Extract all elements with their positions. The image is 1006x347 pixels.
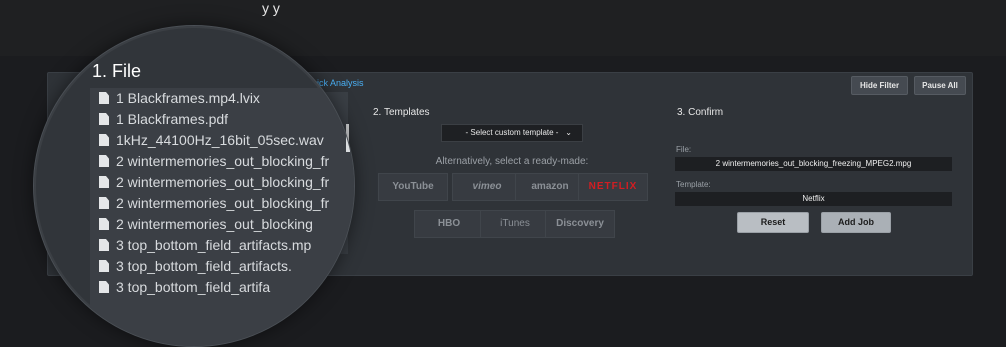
- vimeo-logo: vimeo: [472, 181, 502, 192]
- file-name: 1kHz_44100Hz_16bit_05sec.wav: [116, 132, 324, 148]
- file-list-item[interactable]: 2 wintermemories_out_blocking_fr: [99, 172, 329, 192]
- magnified-scrollbar[interactable]: [346, 126, 350, 152]
- template-vimeo[interactable]: vimeo: [452, 173, 522, 201]
- file-icon: [99, 155, 109, 167]
- template-netflix[interactable]: NETFLIX: [578, 173, 648, 201]
- file-icon: [99, 113, 109, 125]
- netflix-logo: NETFLIX: [588, 181, 638, 192]
- file-list-item[interactable]: 1kHz_44100Hz_16bit_05sec.wav: [99, 130, 324, 150]
- template-discovery[interactable]: Discovery: [545, 210, 615, 238]
- file-name: 3 top_bottom_field_artifacts.mp: [116, 237, 312, 253]
- file-list-item[interactable]: 3 top_bottom_field_artifacts.mp: [99, 235, 311, 255]
- add-job-button[interactable]: Add Job: [821, 212, 891, 233]
- amazon-logo: amazon: [531, 181, 569, 192]
- pause-all-button[interactable]: Pause All: [914, 76, 966, 95]
- file-name: 1 Blackframes.pdf: [116, 111, 229, 127]
- file-icon: [99, 218, 109, 230]
- selected-file-field: 2 wintermemories_out_blocking_freezing_M…: [675, 157, 952, 171]
- file-icon: [99, 197, 109, 209]
- file-icon: [99, 176, 109, 188]
- template-label: Template:: [676, 180, 711, 189]
- file-list-item[interactable]: 2 wintermemories_out_blocking_fr: [99, 193, 329, 213]
- template-itunes[interactable]: iTunes: [480, 210, 550, 238]
- file-name: 2 wintermemories_out_blocking_fr: [116, 153, 330, 169]
- file-icon: [99, 134, 109, 146]
- magnified-file-list[interactable]: 1 Blackframes.mp4.lvix 1 Blackframes.pdf…: [90, 88, 354, 346]
- chevron-down-icon: ⌄: [565, 128, 572, 137]
- magnifier-lens: 1. File 1 Blackframes.mp4.lvix 1 Blackfr…: [33, 25, 355, 347]
- custom-template-select-value: - Select custom template -: [465, 128, 559, 137]
- file-list-item[interactable]: 3 top_bottom_field_artifa: [99, 277, 270, 297]
- file-list-item[interactable]: 3 top_bottom_field_artifacts.: [99, 256, 292, 276]
- selected-template-field: Netflix: [675, 192, 952, 206]
- file-icon: [99, 260, 109, 272]
- template-hbo[interactable]: HBO: [414, 210, 484, 238]
- file-list-item[interactable]: 2 wintermemories_out_blocking: [99, 214, 313, 234]
- file-icon: [99, 281, 109, 293]
- hide-filter-button[interactable]: Hide Filter: [851, 76, 908, 95]
- template-youtube[interactable]: YouTube: [378, 173, 448, 201]
- custom-template-select[interactable]: - Select custom template - ⌄: [441, 124, 583, 142]
- file-name: 2 wintermemories_out_blocking_fr: [116, 195, 330, 211]
- ready-made-hint: Alternatively, select a ready-made:: [435, 156, 589, 167]
- top-text: y y: [262, 0, 280, 16]
- file-name: 2 wintermemories_out_blocking: [116, 216, 313, 232]
- file-name: 3 top_bottom_field_artifacts.: [116, 258, 292, 274]
- template-amazon[interactable]: amazon: [515, 173, 585, 201]
- file-list-item[interactable]: 1 Blackframes.mp4.lvix: [99, 88, 260, 108]
- templates-title: 2. Templates: [373, 107, 430, 118]
- file-list-item[interactable]: 1 Blackframes.pdf: [99, 109, 228, 129]
- file-label: File:: [676, 145, 692, 154]
- reset-button[interactable]: Reset: [737, 212, 809, 233]
- file-name: 1 Blackframes.mp4.lvix: [116, 90, 260, 106]
- file-icon: [99, 92, 109, 104]
- discovery-logo: Discovery: [556, 218, 604, 229]
- file-name: 2 wintermemories_out_blocking_fr: [116, 174, 330, 190]
- hbo-logo: HBO: [437, 218, 461, 229]
- itunes-logo: iTunes: [500, 218, 530, 229]
- youtube-logo: YouTube: [392, 181, 434, 192]
- confirm-title: 3. Confirm: [677, 107, 724, 118]
- file-list-item[interactable]: 2 wintermemories_out_blocking_fr: [99, 151, 329, 171]
- file-name: 3 top_bottom_field_artifa: [116, 279, 271, 295]
- file-icon: [99, 239, 109, 251]
- file-section-title: 1. File: [92, 61, 142, 81]
